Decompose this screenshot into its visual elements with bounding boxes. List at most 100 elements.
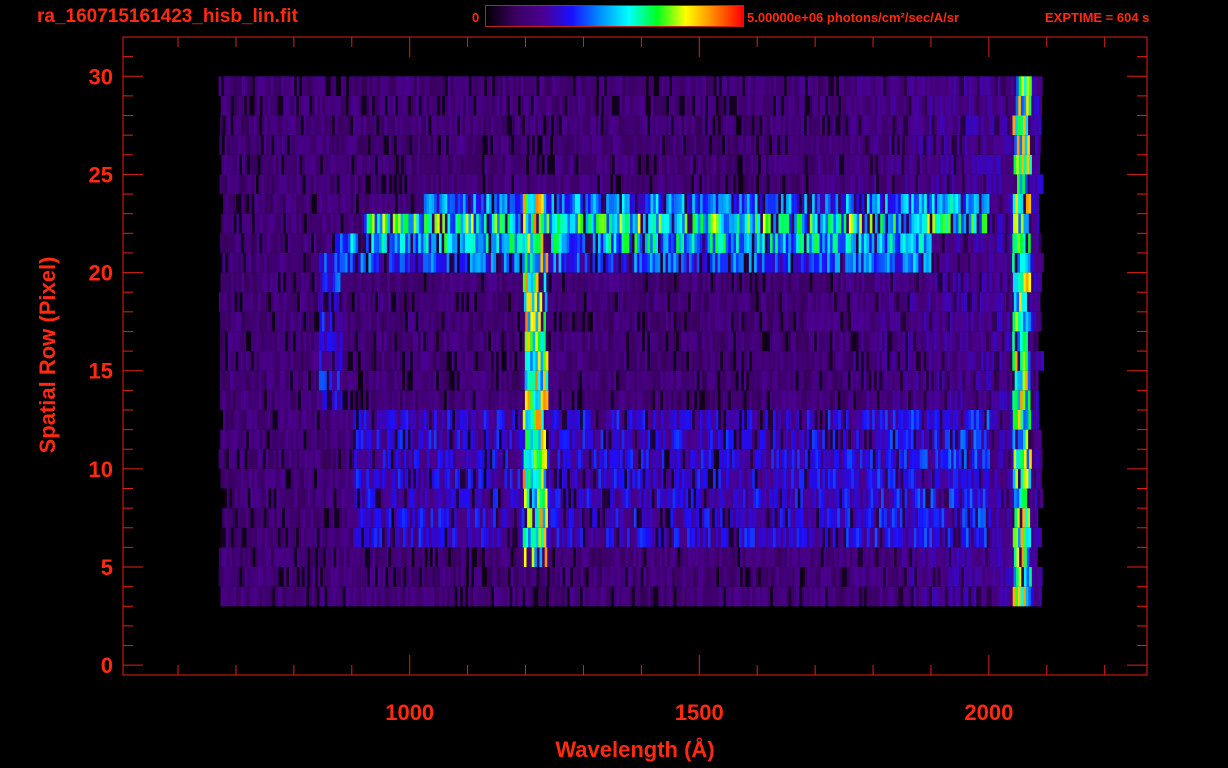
- heatmap-cell: [983, 311, 987, 332]
- heatmap-cell: [546, 527, 550, 548]
- heatmap-cell: [669, 292, 673, 312]
- heatmap-cell: [917, 292, 921, 312]
- heatmap-cell: [655, 311, 659, 332]
- heatmap-cell: [734, 449, 738, 469]
- heatmap-cell: [392, 311, 396, 332]
- heatmap-cell: [598, 468, 602, 489]
- heatmap-cell: [694, 311, 698, 332]
- heatmap-cell: [649, 292, 653, 312]
- heatmap-cell: [681, 527, 685, 548]
- heatmap-cell: [854, 567, 858, 587]
- heatmap-cell: [720, 390, 724, 411]
- heatmap-cell: [606, 410, 610, 430]
- heatmap-cell: [871, 586, 875, 607]
- heatmap-cell: [276, 292, 280, 312]
- heatmap-cell: [844, 488, 848, 509]
- heatmap-cell: [868, 488, 872, 509]
- heatmap-cell: [621, 390, 625, 411]
- heatmap-cell: [249, 449, 253, 469]
- heatmap-cell: [827, 351, 831, 371]
- heatmap-cell: [532, 370, 536, 391]
- heatmap-cell: [459, 331, 463, 352]
- heatmap-cell: [579, 390, 583, 411]
- heatmap-cell: [861, 527, 865, 548]
- heatmap-cell: [301, 527, 305, 548]
- heatmap-cell: [916, 586, 920, 607]
- heatmap-cell: [584, 331, 588, 352]
- heatmap-cell: [945, 449, 949, 469]
- heatmap-cell: [636, 508, 640, 528]
- heatmap-cell: [946, 547, 950, 568]
- heatmap-cell: [324, 527, 328, 548]
- heatmap-cell: [454, 429, 458, 450]
- heatmap-cell: [529, 488, 533, 509]
- heatmap-cell: [275, 410, 279, 430]
- heatmap-cell: [244, 567, 248, 587]
- heatmap-cell: [1017, 508, 1021, 528]
- heatmap-cell: [952, 429, 956, 450]
- heatmap-cell: [511, 390, 515, 411]
- heatmap-cell: [642, 311, 646, 332]
- heatmap-cell: [690, 449, 694, 469]
- heatmap-cell: [774, 547, 778, 568]
- heatmap-cell: [438, 488, 442, 509]
- heatmap-cell: [470, 527, 474, 548]
- heatmap-cell: [1003, 567, 1007, 587]
- heatmap-cell: [1037, 449, 1041, 469]
- heatmap-cell: [672, 292, 676, 312]
- heatmap-cell: [456, 488, 460, 509]
- heatmap-cell: [882, 527, 886, 548]
- heatmap-cell: [230, 468, 234, 489]
- heatmap-cell: [1024, 488, 1028, 509]
- heatmap-cell: [584, 390, 588, 411]
- heatmap-cell: [741, 370, 745, 391]
- heatmap-cell: [720, 370, 724, 391]
- heatmap-cell: [677, 449, 681, 469]
- heatmap-cell: [233, 586, 237, 607]
- heatmap-cell: [502, 449, 506, 469]
- heatmap-cell: [676, 468, 680, 489]
- heatmap-cell: [730, 508, 734, 528]
- heatmap-cell: [515, 410, 519, 430]
- heatmap-cell: [808, 508, 812, 528]
- heatmap-cell: [945, 410, 949, 430]
- heatmap-cell: [874, 410, 878, 430]
- heatmap-cell: [392, 586, 396, 607]
- heatmap-cell: [926, 468, 930, 489]
- heatmap-cell: [404, 488, 408, 509]
- heatmap-cell: [274, 508, 278, 528]
- heatmap-cell: [574, 429, 578, 450]
- heatmap-cell: [336, 508, 340, 528]
- heatmap-cell: [418, 351, 422, 371]
- heatmap-cell: [852, 488, 856, 509]
- heatmap-cell: [785, 508, 789, 528]
- heatmap-cell: [265, 547, 269, 568]
- heatmap-cell: [1030, 311, 1034, 332]
- heatmap-cell: [1015, 429, 1019, 450]
- heatmap-cell: [671, 410, 675, 430]
- heatmap-cell: [901, 292, 905, 312]
- heatmap-cell: [663, 527, 667, 548]
- heatmap-cell: [877, 586, 881, 607]
- heatmap-cell: [626, 508, 630, 528]
- heatmap-cell: [902, 370, 906, 391]
- heatmap-cell: [756, 351, 760, 371]
- heatmap-cell: [491, 586, 495, 607]
- heatmap-cell: [930, 488, 934, 509]
- heatmap-cell: [551, 311, 555, 332]
- heatmap-cell: [818, 292, 822, 312]
- heatmap-cell: [805, 508, 809, 528]
- heatmap-cell: [359, 449, 363, 469]
- heatmap-cell: [316, 390, 320, 411]
- heatmap-cell: [499, 311, 503, 332]
- heatmap-cell: [283, 449, 287, 469]
- heatmap-cell: [314, 311, 318, 332]
- heatmap-cell: [551, 429, 555, 450]
- heatmap-cell: [947, 370, 951, 391]
- heatmap-cell: [855, 508, 859, 528]
- heatmap-cell: [268, 488, 272, 509]
- heatmap-cell: [900, 311, 904, 332]
- heatmap-cell: [370, 508, 374, 528]
- heatmap-cell: [875, 449, 879, 469]
- heatmap-cell: [763, 547, 767, 568]
